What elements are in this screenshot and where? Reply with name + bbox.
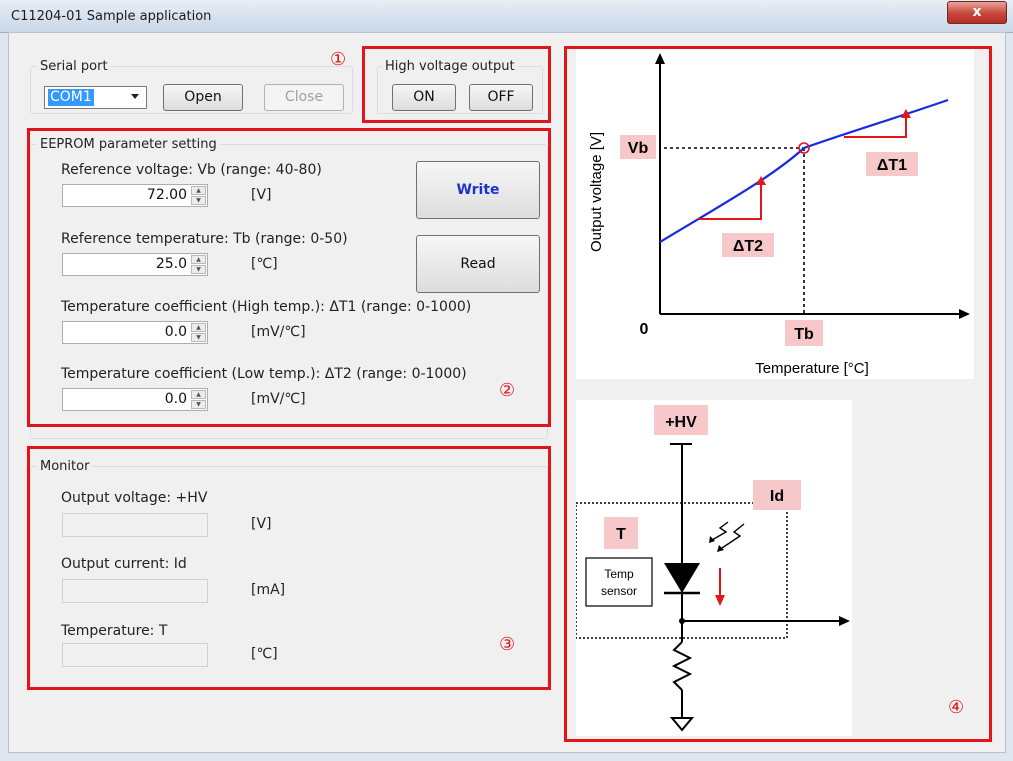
annotation-box-2 xyxy=(27,128,551,427)
annotation-marker-1: ① xyxy=(330,49,347,70)
serial-port-label: Serial port xyxy=(37,59,111,74)
annotation-marker-3: ③ xyxy=(499,634,516,655)
annotation-box-1 xyxy=(362,46,551,123)
chevron-down-icon xyxy=(131,94,139,99)
port-select-value: COM1 xyxy=(48,89,94,106)
port-select[interactable]: COM1 xyxy=(44,86,147,109)
annotation-box-4 xyxy=(564,46,992,742)
open-button[interactable]: Open xyxy=(163,84,243,111)
close-port-button[interactable]: Close xyxy=(264,84,344,111)
close-button[interactable]: x xyxy=(947,1,1007,24)
annotation-marker-2: ② xyxy=(499,380,516,401)
annotation-box-3 xyxy=(27,446,551,690)
window-title: C11204-01 Sample application xyxy=(11,9,212,24)
annotation-marker-4: ④ xyxy=(948,697,965,718)
title-bar: C11204-01 Sample application x xyxy=(0,0,1013,33)
